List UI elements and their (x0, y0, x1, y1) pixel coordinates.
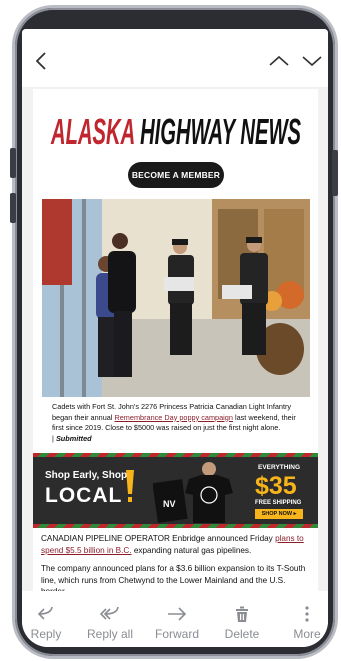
email-top-bar (22, 29, 328, 89)
ad-free-shipping: FREE SHIPPING (255, 500, 302, 506)
email-screen: ALASKA HIGHWAY NEWS BECOME A MEMBER (22, 29, 328, 647)
reply-label: Reply (30, 627, 62, 641)
more-button[interactable]: More (286, 591, 328, 647)
reply-all-label: Reply all (86, 627, 134, 641)
ad-shop-now-button[interactable]: SHOP NOW ▸ (255, 509, 303, 519)
trash-icon (236, 606, 248, 622)
forward-label: Forward (154, 627, 199, 641)
phone-volume-down-button (10, 193, 16, 223)
poppy-campaign-link[interactable]: Remembrance Day poppy campaign (114, 413, 232, 422)
back-icon[interactable] (30, 51, 54, 71)
ad-local-text: LOCAL (45, 484, 123, 507)
tshirt-product-image: NV (153, 462, 233, 523)
delete-button[interactable]: Delete (218, 591, 266, 647)
reply-all-icon (99, 606, 119, 620)
reply-button[interactable]: Reply (22, 591, 70, 647)
ad-headline: Shop Early, Shop (45, 470, 128, 481)
become-member-button[interactable]: BECOME A MEMBER (128, 162, 224, 188)
email-message-body: ALASKA HIGHWAY NEWS BECOME A MEMBER (33, 89, 318, 599)
more-label: More (293, 627, 321, 641)
delete-label: Delete (224, 627, 260, 641)
cadets-photo[interactable] (42, 199, 310, 397)
ad-everything-text: EVERYTHING (258, 464, 301, 471)
photo-caption: Cadets with Fort St. John's 2276 Princes… (52, 402, 304, 444)
newspaper-logo: ALASKA HIGHWAY NEWS (50, 111, 301, 152)
ad-top-stripe (33, 453, 318, 457)
ad-exclamation-icon (126, 470, 134, 502)
article-p1-text-end: expanding natural gas pipelines. (131, 545, 252, 555)
forward-icon (168, 607, 187, 621)
ad-shirt-brand: NV (163, 499, 176, 509)
ad-price: $35 (255, 472, 297, 500)
logo-text: ALASKA HIGHWAY NEWS (50, 111, 301, 152)
next-email-icon[interactable] (300, 51, 324, 71)
phone-volume-up-button (10, 148, 16, 178)
article-paragraph-1: CANADIAN PIPELINE OPERATOR Enbridge anno… (41, 533, 311, 556)
previous-email-icon[interactable] (267, 51, 291, 71)
email-action-bar: Reply Reply all Forward Delete More (22, 591, 328, 647)
phone-power-button (332, 150, 338, 196)
reply-all-button[interactable]: Reply all (82, 591, 138, 647)
article-text: CANADIAN PIPELINE OPERATOR Enbridge anno… (41, 533, 311, 599)
article-p1-text: CANADIAN PIPELINE OPERATOR Enbridge anno… (41, 534, 276, 543)
forward-button[interactable]: Forward (150, 591, 204, 647)
caption-credit: Submitted (55, 433, 92, 443)
reply-icon (37, 606, 53, 620)
shop-local-ad-banner[interactable]: Shop Early, Shop LOCAL NV EVERYTHING $35… (33, 453, 318, 528)
more-vertical-icon (305, 606, 309, 622)
